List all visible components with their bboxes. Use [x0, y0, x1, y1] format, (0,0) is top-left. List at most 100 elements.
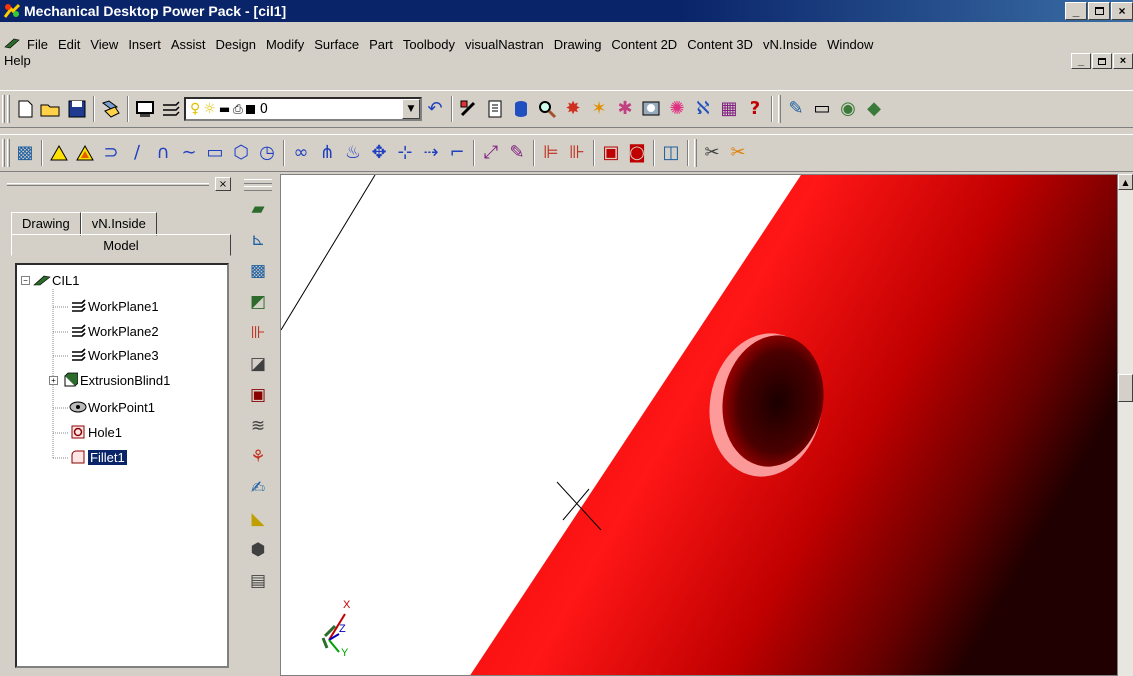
sketch-icon[interactable]: ▩ [12, 140, 38, 166]
hole-tool-icon[interactable]: ▣ [245, 382, 271, 408]
toolbar-grip[interactable] [7, 139, 10, 167]
offset-icon[interactable]: ∞ [288, 140, 314, 166]
eye-icon[interactable]: ◉ [835, 96, 861, 122]
scissors-color-icon[interactable]: ✂ [725, 140, 751, 166]
lines-icon[interactable]: ℵ [690, 96, 716, 122]
tool-a-icon[interactable]: ✎ [783, 96, 809, 122]
menu-assist[interactable]: Assist [166, 37, 211, 52]
tree-item-workplane3[interactable]: WorkPlane3 [69, 346, 159, 364]
tree-item-workplane1[interactable]: WorkPlane1 [69, 297, 159, 315]
menu-visualnastran[interactable]: visualNastran [460, 37, 549, 52]
fillet-tool-icon[interactable]: ◣ [245, 506, 271, 532]
arc-icon[interactable]: ∩ [150, 140, 176, 166]
materials-icon[interactable]: ✱ [612, 96, 638, 122]
magnify-icon[interactable] [534, 96, 560, 122]
plot-icon[interactable] [98, 96, 124, 122]
menu-modify[interactable]: Modify [261, 37, 309, 52]
open-folder-icon[interactable] [38, 96, 64, 122]
panel-close-button[interactable]: × [215, 177, 231, 191]
move-icon[interactable]: ✥ [366, 140, 392, 166]
tree-item-fillet1[interactable]: Fillet1 [69, 448, 127, 466]
circle-icon[interactable]: ◷ [254, 140, 280, 166]
extend-icon[interactable]: ⇢ [418, 140, 444, 166]
sweep-icon[interactable]: ◩ [245, 289, 271, 315]
refresh-icon[interactable]: ◙ [624, 140, 650, 166]
menu-insert[interactable]: Insert [123, 37, 166, 52]
undo-icon[interactable]: ↶ [422, 96, 448, 122]
doc-restore-button[interactable] [1092, 53, 1112, 69]
face-split-icon[interactable]: ◪ [245, 351, 271, 377]
tree-item-hole1[interactable]: Hole1 [69, 423, 122, 441]
chevron-down-icon[interactable]: ▼ [402, 99, 420, 119]
work-plane-tool-icon[interactable]: ≋ [245, 413, 271, 439]
close-button[interactable]: × [1111, 2, 1133, 20]
help-icon[interactable]: ? [742, 96, 768, 122]
update-icon[interactable]: ▣ [598, 140, 624, 166]
rectangle-icon[interactable]: ▭ [202, 140, 228, 166]
array-icon[interactable]: ♨ [340, 140, 366, 166]
display-icon[interactable] [132, 96, 158, 122]
menu-toolbody[interactable]: Toolbody [398, 37, 460, 52]
dimension-icon[interactable]: ⤢ [478, 140, 504, 166]
minimize-button[interactable]: _ [1065, 2, 1087, 20]
panel-grip[interactable] [7, 182, 209, 186]
render-icon[interactable]: ✸ [560, 96, 586, 122]
spline-icon[interactable]: ∼ [176, 140, 202, 166]
scroll-up-icon[interactable]: ▲ [1118, 174, 1133, 190]
window-icon[interactable]: ▭ [809, 96, 835, 122]
menu-part[interactable]: Part [364, 37, 398, 52]
menu-edit[interactable]: Edit [53, 37, 85, 52]
save-icon[interactable] [64, 96, 90, 122]
edit-feature-icon[interactable]: ✍ [245, 475, 271, 501]
menu-drawing[interactable]: Drawing [549, 37, 607, 52]
tab-vn-inside[interactable]: vN.Inside [80, 212, 157, 236]
toolbar-grip[interactable] [2, 139, 5, 167]
constraint-icon[interactable]: ⊫ [538, 140, 564, 166]
rough-profile-icon[interactable] [72, 140, 98, 166]
polygon-icon[interactable]: ⬡ [228, 140, 254, 166]
tab-model[interactable]: Model [11, 234, 231, 256]
show-constraints-icon[interactable]: ⊪ [564, 140, 590, 166]
lights-icon[interactable]: ✶ [586, 96, 612, 122]
menu-vn-inside[interactable]: vN.Inside [758, 37, 822, 52]
doc-close-button[interactable]: × [1113, 53, 1133, 69]
profile-icon[interactable] [46, 140, 72, 166]
mass-props-icon[interactable]: ▤ [245, 568, 271, 594]
menu-window[interactable]: Window [822, 37, 878, 52]
new-part-icon[interactable]: ▰ [245, 196, 271, 222]
tree-root[interactable]: − CIL1 [21, 271, 79, 289]
fillet-2d-icon[interactable]: ⌐ [444, 140, 470, 166]
layer-combo[interactable]: ♀ ☼ ▬ ⎙ 0 ▼ [184, 97, 422, 121]
toolbar-grip[interactable] [244, 179, 272, 184]
edit-dimension-icon[interactable]: ✎ [504, 140, 530, 166]
mirror-icon[interactable]: ⋔ [314, 140, 340, 166]
toolbar-grip[interactable] [694, 139, 697, 167]
pattern-icon[interactable]: ⚘ [245, 444, 271, 470]
menu-content-3d[interactable]: Content 3D [682, 37, 758, 52]
menu-file[interactable]: File [22, 37, 53, 52]
part-icon[interactable]: ◆ [861, 96, 887, 122]
collapse-icon[interactable]: − [21, 275, 30, 285]
restore-button[interactable] [1088, 2, 1110, 20]
scene-icon[interactable] [638, 96, 664, 122]
toolbar-grip[interactable] [2, 95, 5, 123]
properties-icon[interactable] [456, 96, 482, 122]
layers-icon[interactable] [158, 96, 184, 122]
menu-help[interactable]: Help [4, 53, 31, 68]
trim-icon[interactable]: ⊹ [392, 140, 418, 166]
graphics-viewport[interactable]: X Z Y [280, 174, 1118, 676]
doc-minimize-button[interactable]: _ [1071, 53, 1091, 69]
extrude-icon[interactable]: ⊾ [245, 227, 271, 253]
loft-icon[interactable]: ⊪ [245, 320, 271, 346]
menu-view[interactable]: View [85, 37, 123, 52]
tree-item-extrusionblind1[interactable]: + ExtrusionBlind1 [49, 371, 170, 389]
menu-surface[interactable]: Surface [309, 37, 364, 52]
new-file-icon[interactable] [12, 96, 38, 122]
scissors-icon[interactable]: ✂ [699, 140, 725, 166]
vertical-scrollbar[interactable]: ▲ [1118, 174, 1133, 676]
view-cube-icon[interactable]: ⬢ [245, 537, 271, 563]
menu-design[interactable]: Design [211, 37, 261, 52]
background-icon[interactable]: ✺ [664, 96, 690, 122]
tab-drawing[interactable]: Drawing [11, 212, 81, 236]
list-icon[interactable] [482, 96, 508, 122]
